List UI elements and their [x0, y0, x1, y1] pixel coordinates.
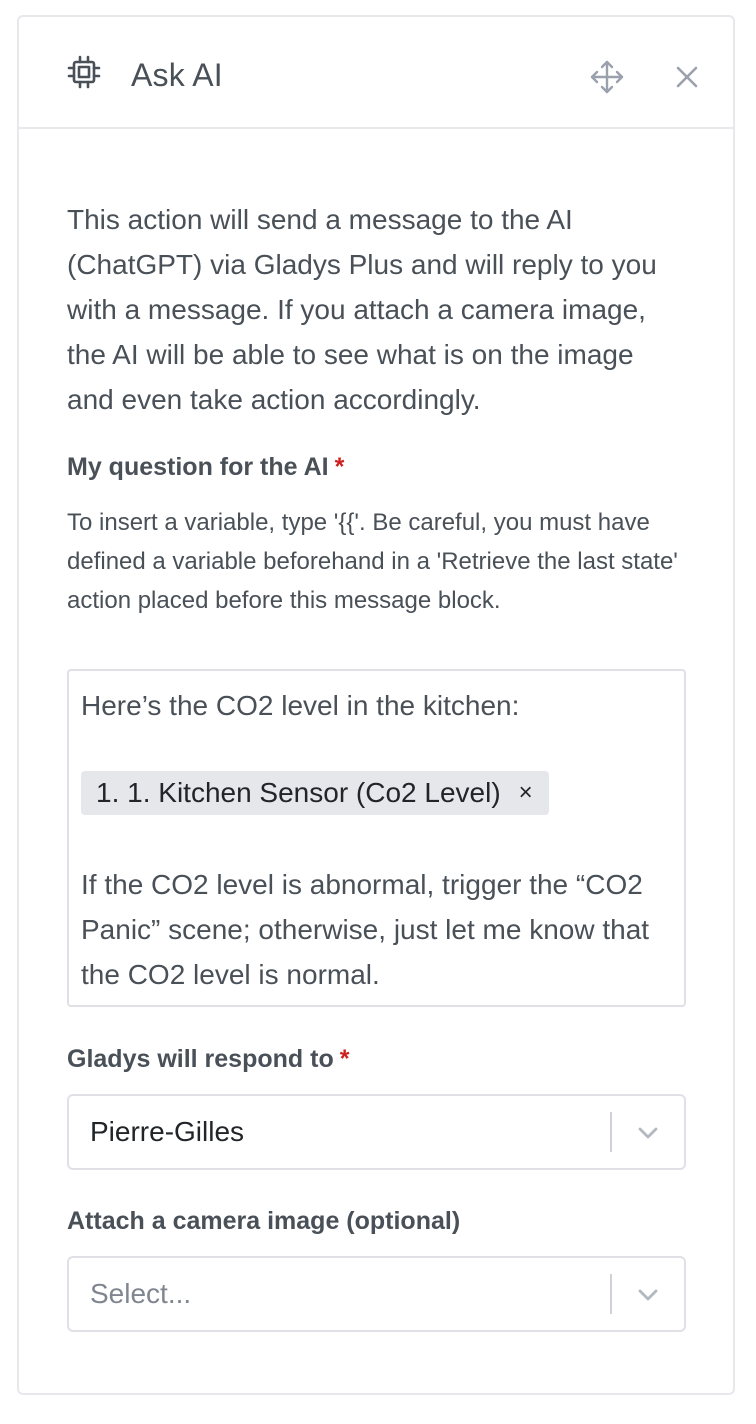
- remove-variable-icon[interactable]: ×: [515, 771, 537, 815]
- camera-placeholder: Select...: [90, 1278, 192, 1309]
- question-label-text: My question for the AI: [67, 453, 329, 481]
- variable-tag-label: 1. 1. Kitchen Sensor (Co2 Level): [96, 777, 501, 808]
- question-editor[interactable]: Here’s the CO2 level in the kitchen: 1. …: [67, 669, 686, 1007]
- respond-to-label-text: Gladys will respond to: [67, 1045, 334, 1073]
- cpu-chip-icon: [67, 55, 101, 89]
- required-marker: *: [339, 1045, 350, 1073]
- question-label: My question for the AI *: [67, 451, 344, 483]
- question-text-line: Here’s the CO2 level in the kitchen:: [81, 690, 520, 721]
- action-description: This action will send a message to the A…: [67, 204, 657, 415]
- select-separator: [610, 1274, 612, 1314]
- chevron-down-icon[interactable]: [635, 1120, 661, 1146]
- card-title: Ask AI: [131, 57, 223, 93]
- camera-label: Attach a camera image (optional): [67, 1207, 461, 1235]
- respond-to-label: Gladys will respond to *: [67, 1043, 349, 1075]
- required-marker: *: [334, 453, 345, 481]
- select-separator: [610, 1112, 612, 1152]
- variable-tag[interactable]: 1. 1. Kitchen Sensor (Co2 Level) ×: [81, 771, 549, 815]
- camera-select[interactable]: Select...: [67, 1256, 686, 1332]
- ask-ai-action-card: Ask AI This action will send a message t…: [17, 15, 735, 1395]
- respond-to-value: Pierre-Gilles: [90, 1116, 245, 1147]
- question-text-paragraph: If the CO2 level is abnormal, trigger th…: [81, 869, 650, 990]
- chevron-down-icon[interactable]: [635, 1282, 661, 1308]
- respond-to-select[interactable]: Pierre-Gilles: [67, 1094, 686, 1170]
- card-header: Ask AI: [19, 17, 733, 129]
- move-arrows-icon[interactable]: [589, 59, 625, 95]
- close-icon[interactable]: [673, 63, 701, 91]
- variable-hint: To insert a variable, type '{{'. Be care…: [67, 509, 678, 614]
